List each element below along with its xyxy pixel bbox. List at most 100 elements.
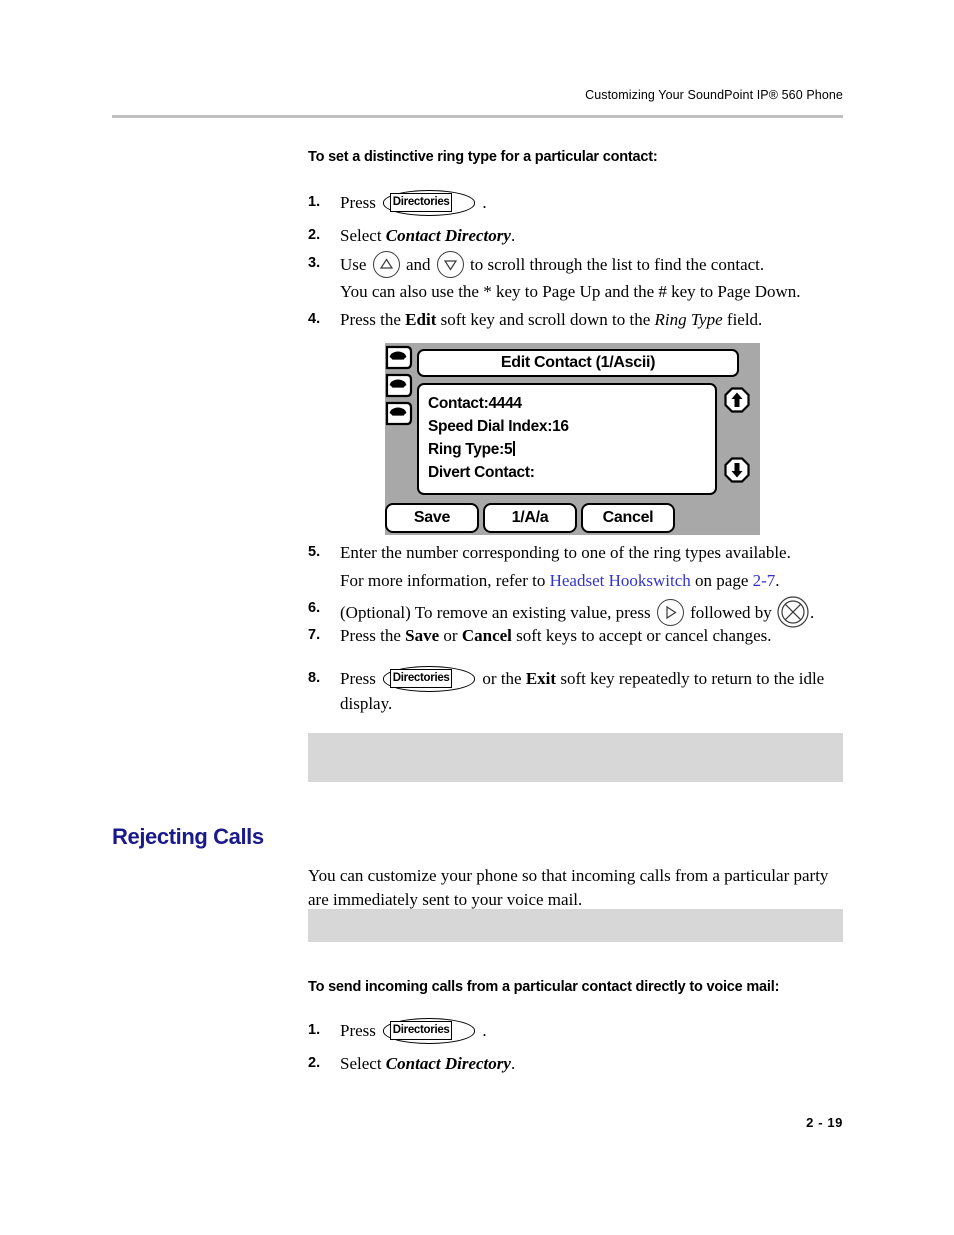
field-value: 16 (552, 418, 569, 435)
softkey-cancel[interactable]: Cancel (581, 503, 675, 533)
lcd-field-row[interactable]: Contact:4444 (428, 392, 715, 415)
continuation-mid-text: on page (695, 571, 749, 590)
softkey-save[interactable]: Save (385, 503, 479, 533)
procedure-2-step-1: 1. Press Directories . (308, 1018, 853, 1044)
directories-key-label: Directories (390, 193, 453, 212)
lcd-field-row-ring-type[interactable]: Ring Type:5 (428, 438, 715, 461)
field-value: 4444 (488, 395, 522, 412)
step-trail-text: soft keys to accept or cancel changes. (516, 626, 772, 645)
directories-key[interactable]: Directories (383, 190, 476, 216)
scroll-down-indicator[interactable] (724, 457, 750, 483)
directories-key-label: Directories (390, 1021, 453, 1040)
procedure-1-step-3: 3. Use and to scroll through the list to… (308, 251, 853, 278)
step-trail-text: . (482, 193, 487, 212)
line-key-3[interactable] (385, 401, 413, 426)
step-text: Press Directories . (340, 1018, 853, 1044)
step-trail-text: . (510, 1054, 516, 1073)
step-lead-text: Use (340, 255, 367, 274)
page-number: 2 - 19 (806, 1115, 843, 1130)
phone-lcd-screenshot: Edit Contact (1/Ascii) Contact:4444 Spee… (385, 343, 760, 535)
header-rule (112, 115, 843, 118)
menu-item-emphasis: Contact Directory (385, 1054, 511, 1073)
procedure-1-step-8: 8. Press Directories or the Exit soft ke… (308, 666, 853, 692)
step-number: 3. (308, 255, 321, 271)
scroll-up-key-icon[interactable] (372, 251, 400, 278)
lcd-scroll-indicators (724, 387, 756, 491)
triangle-up-icon (379, 258, 393, 269)
step-number: 2. (308, 227, 321, 243)
field-value: 5 (503, 441, 513, 458)
procedure-1-step-5-continuation: For more information, refer to Headset H… (340, 568, 855, 593)
edit-softkey-name: Edit (405, 310, 437, 329)
step-text: Select Contact Directory. (340, 1051, 853, 1076)
step-lead-text: (Optional) To remove an existing value, … (340, 603, 651, 622)
step-trail-text: . (810, 603, 815, 622)
step-trail-text: . (510, 226, 516, 245)
directories-key[interactable]: Directories (383, 666, 476, 692)
step-mid-text: or the (482, 669, 522, 688)
ring-type-field-name: Ring Type (654, 310, 723, 329)
line-key-1[interactable] (385, 345, 413, 370)
procedure-2-title: To send incoming calls from a particular… (308, 979, 780, 995)
link-headset-hookswitch[interactable]: Headset Hookswitch (550, 571, 691, 590)
step-lead-text: Press (340, 193, 376, 212)
procedure-1-step-3-continuation: You can also use the * key to Page Up an… (340, 282, 801, 301)
step-mid-text: and (405, 255, 431, 274)
step-lead-text: Press the (340, 310, 401, 329)
step-text: Press the Edit soft key and scroll down … (340, 307, 853, 332)
step-text: Press Directories or the Exit soft key r… (340, 666, 853, 692)
line-key-2[interactable] (385, 373, 413, 398)
text-cursor (513, 441, 515, 456)
note-box-1 (308, 733, 843, 782)
step-lead-text: Press (340, 1021, 376, 1040)
step-text: Select Contact Directory. (340, 223, 853, 248)
procedure-1-step-2: 2. Select Contact Directory. (308, 223, 853, 248)
lcd-field-list: Contact:4444 Speed Dial Index:16 Ring Ty… (417, 383, 717, 495)
step-number: 5. (308, 544, 321, 560)
directories-key[interactable]: Directories (383, 1018, 476, 1044)
step-lead-text: Press (340, 669, 376, 688)
field-label: Contact: (428, 395, 489, 412)
step-mid-text: soft key and scroll down to the (440, 310, 651, 329)
right-arrow-key-icon[interactable] (656, 599, 684, 626)
step-mid-text: followed by (690, 603, 772, 622)
scroll-down-key-icon[interactable] (436, 251, 464, 278)
section-intro-paragraph: You can customize your phone so that inc… (308, 866, 829, 909)
step-number: 6. (308, 600, 321, 616)
menu-item-emphasis: Contact Directory (385, 226, 511, 245)
lcd-field-row[interactable]: Divert Contact: (428, 461, 715, 484)
lcd-field-row[interactable]: Speed Dial Index:16 (428, 415, 715, 438)
procedure-1-step-7: 7. Press the Save or Cancel soft keys to… (308, 623, 853, 648)
procedure-1-title: To set a distinctive ring type for a par… (308, 149, 658, 165)
running-header: Customizing Your SoundPoint IP® 560 Phon… (585, 88, 843, 102)
continuation-trail-text: . (775, 571, 780, 590)
step-lead-text: Select (340, 1054, 382, 1073)
line-key-column (385, 345, 415, 429)
softkey-mode-1-a-a[interactable]: 1/A/a (483, 503, 577, 533)
step-number: 8. (308, 670, 321, 686)
field-label: Divert Contact: (428, 464, 535, 481)
step-lead-text: Press the (340, 626, 401, 645)
step-trail-text: field. (726, 310, 763, 329)
procedure-1-step-5: 5. Enter the number corresponding to one… (308, 540, 853, 565)
lcd-title-bar: Edit Contact (1/Ascii) (417, 349, 739, 377)
step-trail-text: . (482, 1021, 487, 1040)
procedure-1-step-4: 4. Press the Edit soft key and scroll do… (308, 307, 853, 332)
step-trail-text: soft key repeatedly to return to the idl… (560, 669, 825, 688)
step-number: 4. (308, 311, 321, 327)
triangle-down-icon (443, 260, 457, 271)
link-page-2-7[interactable]: 2-7 (753, 571, 776, 590)
step-number: 1. (308, 194, 321, 210)
handset-icon (385, 373, 413, 398)
cancel-softkey-name: Cancel (461, 626, 512, 645)
step-trail-text: to scroll through the list to find the c… (470, 255, 765, 274)
step-lead-text: Select (340, 226, 382, 245)
save-softkey-name: Save (405, 626, 440, 645)
step-number: 2. (308, 1055, 321, 1071)
scroll-up-indicator[interactable] (724, 387, 750, 413)
handset-icon (385, 345, 413, 370)
procedure-1-step-8-continuation: display. (340, 694, 393, 713)
step-number: 7. (308, 627, 321, 643)
field-label: Ring Type: (428, 441, 504, 458)
scroll-down-icon (724, 457, 750, 483)
